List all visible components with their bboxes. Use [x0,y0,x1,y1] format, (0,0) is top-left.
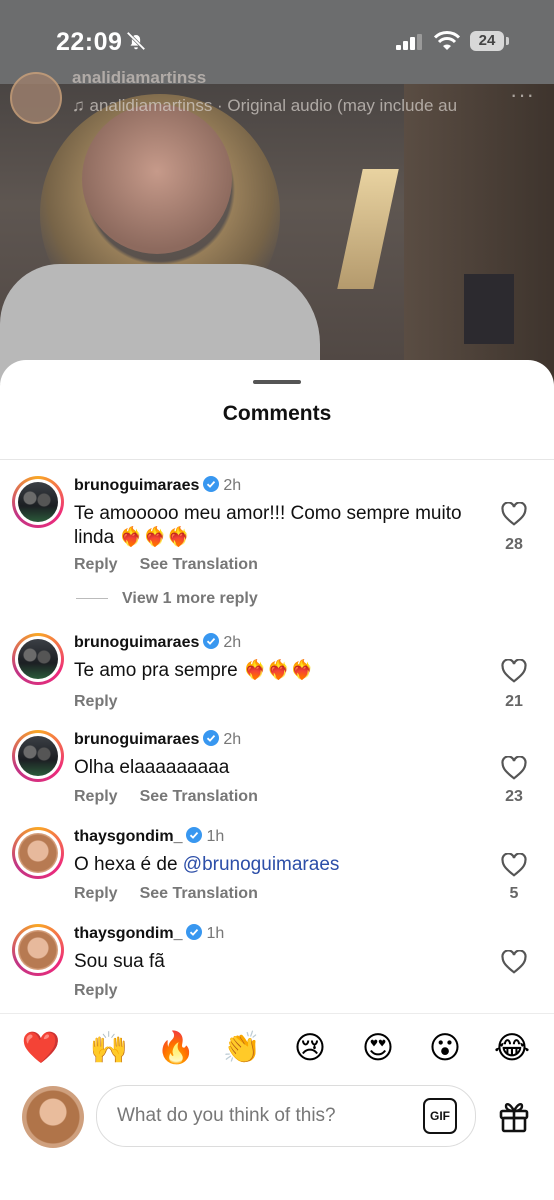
comment-text: Te amo pra sempre ❤️‍🔥❤️‍🔥❤️‍🔥 [74,660,314,681]
heart-icon[interactable] [501,502,527,526]
reply-button[interactable]: Reply [74,982,118,999]
quick-reactions-bar: ❤️ 🙌 🔥 👏 😢 😍 😮 😂 [0,1026,554,1070]
see-translation-button[interactable]: See Translation [140,556,258,573]
reaction-cry-button[interactable]: 😢 [288,1026,332,1070]
reaction-surprised-button[interactable]: 😮 [423,1026,467,1070]
comment-text-prefix: O hexa é de [74,854,183,875]
see-translation-button[interactable]: See Translation [140,788,258,805]
battery-indicator: 24 [470,31,504,51]
like-count: 21 [505,693,523,710]
comment-time: 2h [223,731,242,748]
poster-avatar[interactable] [10,72,62,124]
reaction-clap-button[interactable]: 👏 [220,1026,264,1070]
reactions-divider [0,1013,554,1014]
audio-text: analidiamartinss · Original audio (may i… [89,96,458,115]
like-count: 5 [509,885,519,902]
heart-icon[interactable] [501,659,527,683]
username-text: thaysgondim_ [74,828,183,845]
verified-icon [203,633,220,649]
comment-username[interactable]: brunoguimaraes 2h [74,476,241,495]
video-header: analidiamartinss ♫ analidiamartinss · Or… [10,68,540,124]
comment-text: Olha elaaaaaaaaa [74,757,230,778]
audio-label[interactable]: ♫ analidiamartinss · Original audio (may… [72,96,457,116]
status-time: 22:09 [56,28,123,56]
poster-username[interactable]: analidiamartinss [72,68,206,88]
gift-icon[interactable] [497,1099,531,1133]
comment-text: O hexa é de @brunoguimaraes [74,853,474,877]
comment-text: Te amooooo meu amor!!! Como sempre muito… [74,503,462,548]
more-options-icon[interactable]: ··· [510,82,535,108]
comment-time: 2h [223,477,242,494]
sheet-title: Comments [222,402,332,425]
commenter-avatar[interactable] [12,827,64,879]
like-count: 28 [505,536,523,553]
like-count: 23 [505,788,523,805]
view-more-replies-text: View 1 more reply [122,590,258,607]
comment-time: 1h [206,925,225,942]
commenter-avatar[interactable] [12,633,64,685]
reaction-heart-eyes-button[interactable]: 😍 [356,1026,400,1070]
comment-username[interactable]: brunoguimaraes 2h [74,633,241,652]
wifi-icon [434,31,460,50]
comment-username[interactable]: thaysgondim_ 1h [74,827,224,846]
view-more-replies[interactable]: View 1 more reply [76,590,258,608]
reply-button[interactable]: Reply [74,693,118,710]
comment-actions: Reply [74,693,140,711]
username-text: brunoguimaraes [74,634,200,651]
drag-handle[interactable] [253,380,301,384]
reaction-heart-button[interactable]: ❤️ [19,1026,63,1070]
heart-icon[interactable] [501,950,527,974]
comment-actions: Reply See Translation [74,556,280,574]
username-text: brunoguimaraes [74,731,200,748]
bell-slash-icon [126,31,146,51]
comment-input[interactable] [115,1100,409,1132]
comment-actions: Reply See Translation [74,885,280,903]
verified-icon [186,924,203,940]
reaction-raised-hands-button[interactable]: 🙌 [87,1026,131,1070]
heart-icon[interactable] [501,756,527,780]
sheet-divider [0,459,554,460]
comment-actions: Reply [74,982,140,1000]
comment-composer[interactable]: GIF [96,1085,476,1147]
comment-username[interactable]: brunoguimaraes 2h [74,730,241,749]
heart-icon[interactable] [501,853,527,877]
reply-button[interactable]: Reply [74,556,118,573]
comment-text: Sou sua fã [74,951,165,972]
username-text: thaysgondim_ [74,925,183,942]
mention-link[interactable]: @brunoguimaraes [183,854,340,875]
reply-button[interactable]: Reply [74,788,118,805]
comment-time: 2h [223,634,242,651]
reply-button[interactable]: Reply [74,885,118,902]
battery-tip [506,37,509,45]
my-avatar [22,1086,84,1148]
comment-username[interactable]: thaysgondim_ 1h [74,924,224,943]
verified-icon [186,827,203,843]
signal-icon [396,34,422,50]
commenter-avatar[interactable] [12,476,64,528]
comment-actions: Reply See Translation [74,788,280,806]
commenter-avatar[interactable] [12,730,64,782]
video-background [0,84,554,384]
reaction-laugh-button[interactable]: 😂 [490,1026,534,1070]
comment-time: 1h [206,828,225,845]
commenter-avatar[interactable] [12,924,64,976]
see-translation-button[interactable]: See Translation [140,885,258,902]
reaction-fire-button[interactable]: 🔥 [154,1026,198,1070]
username-text: brunoguimaraes [74,477,200,494]
verified-icon [203,730,220,746]
gif-button[interactable]: GIF [423,1098,457,1134]
verified-icon [203,476,220,492]
